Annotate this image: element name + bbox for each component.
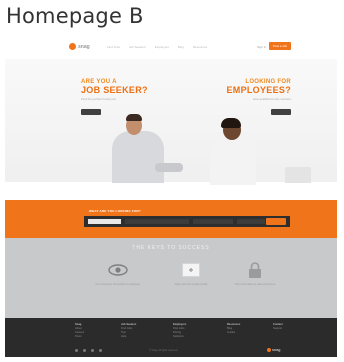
feature-caption: Get noticed by thousands of employers [95, 283, 141, 286]
nav-link[interactable]: Job Seekers [129, 45, 146, 49]
location-input[interactable] [193, 219, 233, 224]
footer-column: Job Seekers Find Jobs Tips Help [121, 323, 136, 339]
distance-select[interactable] [237, 219, 265, 224]
category-select[interactable] [88, 219, 121, 224]
footer-link[interactable]: Support [273, 327, 282, 330]
footer-logo-text: snag [272, 348, 281, 352]
keyword-input[interactable] [125, 219, 189, 224]
keys-section: THE KEYS TO SUCCESS Get noticed by thous… [5, 238, 337, 318]
site-footer: Snag About Careers Press Job Seekers Fin… [5, 318, 337, 357]
footer-link[interactable]: Solutions [173, 335, 184, 338]
logo-mark [267, 348, 271, 352]
job-search-bar [84, 216, 290, 227]
nav-link[interactable]: Find Jobs [107, 45, 120, 49]
nav-link[interactable]: Resources [193, 45, 207, 49]
footer-link[interactable]: Careers [75, 331, 84, 334]
footer-link[interactable]: Pricing [173, 331, 181, 334]
footer-link[interactable]: Find Jobs [121, 327, 132, 330]
employer-title: EMPLOYEES? [226, 85, 291, 95]
eye-icon [108, 262, 128, 278]
job-seeker-title: JOB SEEKER? [81, 85, 148, 95]
footer-column-title: Job Seekers [121, 323, 137, 326]
footer-column: Resources Blog Guides [227, 323, 240, 335]
footer-column: Employers Post Jobs Pricing Solutions [173, 323, 186, 339]
footer-link[interactable]: Tips [121, 331, 126, 334]
youtube-icon[interactable] [99, 349, 102, 352]
employer-callout: LOOKING FOR EMPLOYEES? Hire qualified ho… [226, 79, 291, 120]
lock-icon [245, 262, 265, 278]
feature-item: Apply with one simple profile [161, 262, 221, 287]
search-title: WHAT ARE YOU LOOKING FOR? [89, 209, 141, 213]
footer-column-title: Snag [75, 323, 82, 326]
hero-desk [5, 182, 337, 200]
sign-in-link[interactable]: Sign In [257, 45, 266, 49]
linkedin-icon[interactable] [91, 349, 94, 352]
footer-column: Contact Support [273, 323, 283, 331]
feature-caption: Your information is safe and secure [234, 283, 276, 286]
nav-links: Find Jobs Job Seekers Employers Blog Res… [107, 45, 207, 49]
twitter-icon[interactable] [83, 349, 86, 352]
screen-icon [181, 262, 201, 278]
search-button[interactable] [266, 218, 286, 225]
facebook-icon[interactable] [75, 349, 78, 352]
footer-column-title: Contact [273, 323, 283, 326]
footer-column-title: Resources [227, 323, 241, 326]
feature-item: Your information is safe and secure [225, 262, 285, 287]
nav-link[interactable]: Blog [178, 45, 184, 49]
top-nav: snag Find Jobs Job Seekers Employers Blo… [5, 35, 337, 59]
social-links [75, 349, 102, 352]
footer-link[interactable]: Press [75, 335, 82, 338]
keys-title: THE KEYS TO SUCCESS [132, 245, 210, 251]
search-band: WHAT ARE YOU LOOKING FOR? [5, 200, 337, 238]
footer-column-title: Employers [173, 323, 187, 326]
footer-link[interactable]: Guides [227, 331, 235, 334]
footer-link[interactable]: Post Jobs [173, 327, 184, 330]
post-job-button[interactable]: Post a Job [269, 42, 291, 50]
logo-text: snag [78, 44, 90, 50]
job-seeker-button[interactable] [81, 109, 101, 115]
job-seeker-subtitle: Find the perfect hourly job [81, 97, 116, 101]
copyright-text: © Snag. All rights reserved. [149, 349, 179, 352]
homepage-screenshot: snag Find Jobs Job Seekers Employers Blo… [5, 35, 337, 357]
footer-link[interactable]: Blog [227, 327, 232, 330]
footer-link[interactable]: Help [121, 335, 126, 338]
site-logo[interactable]: snag [69, 43, 99, 50]
footer-logo[interactable]: snag [267, 348, 280, 352]
feature-item: Get noticed by thousands of employers [88, 262, 148, 287]
footer-link[interactable]: About [75, 327, 82, 330]
employer-button[interactable] [271, 109, 291, 115]
employer-subtitle: Hire qualified hourly workers [253, 97, 291, 101]
logo-mark [69, 43, 76, 50]
page-heading: Homepage B [6, 4, 144, 28]
feature-caption: Apply with one simple profile [174, 283, 208, 286]
footer-column: Snag About Careers Press [75, 323, 84, 339]
nav-link[interactable]: Employers [155, 45, 169, 49]
